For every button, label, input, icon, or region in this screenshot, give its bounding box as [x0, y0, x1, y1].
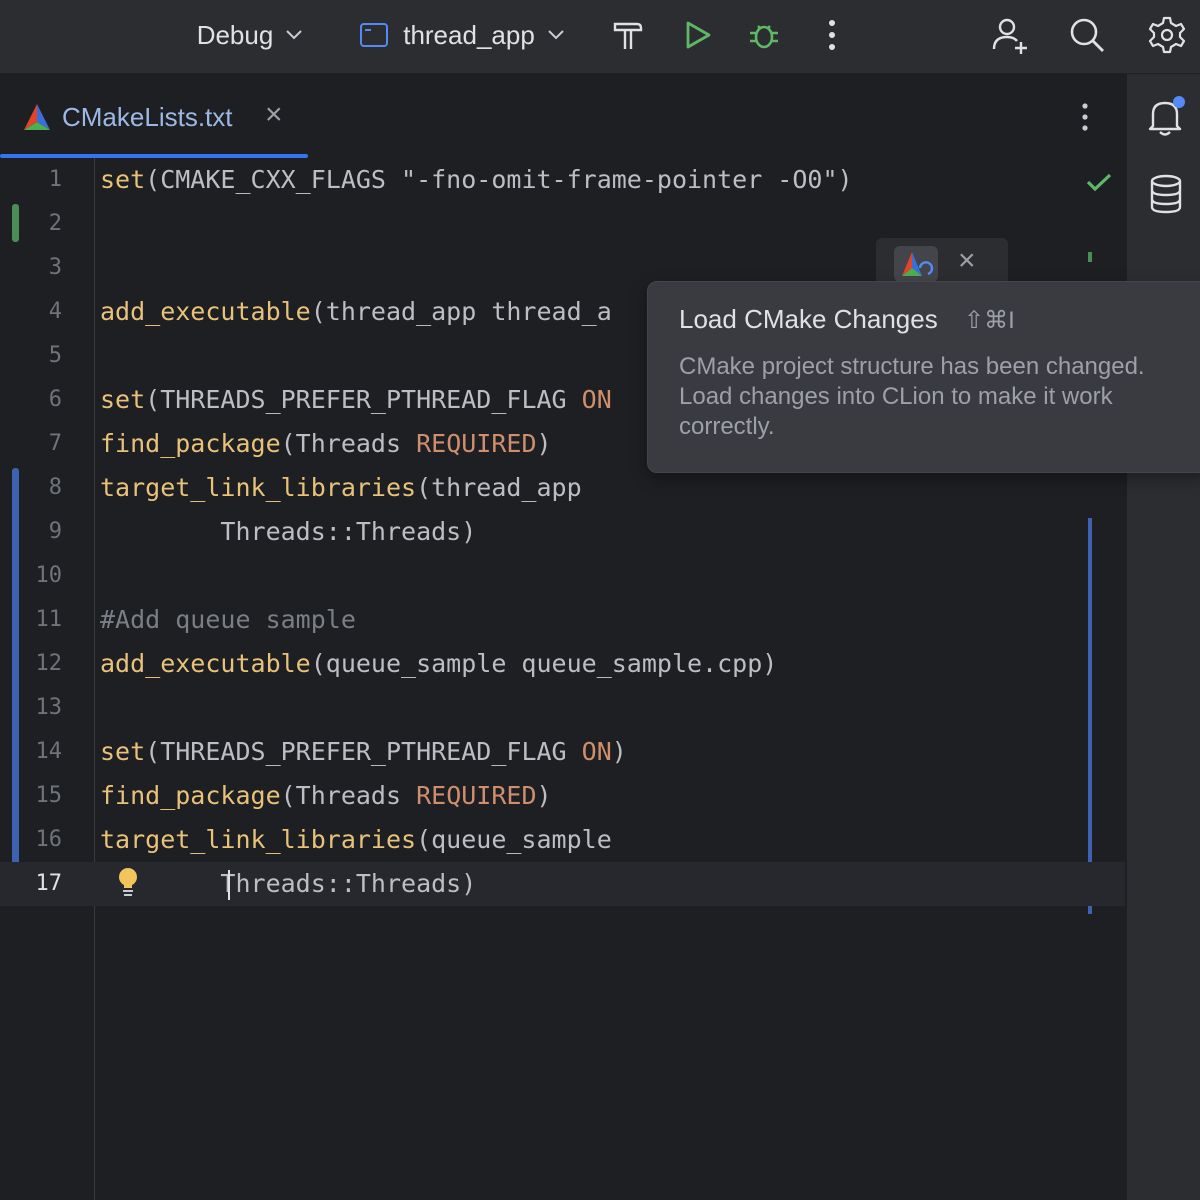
run-config-label: Debug [196, 19, 274, 50]
notifications-button[interactable] [1145, 94, 1185, 140]
code-line-current: 17 Threads::Threads) [0, 862, 1125, 906]
line-number: 15 [35, 783, 63, 808]
code-text: add_executable(queue_sample queue_sample… [100, 649, 778, 678]
more-vertical-icon [827, 19, 837, 51]
code-text: set(THREADS_PREFER_PTHREAD_FLAG ON [100, 385, 612, 414]
popup-title: Load CMake Changes [679, 304, 938, 334]
code-line: 10 [0, 554, 1125, 598]
chevron-down-icon [547, 29, 565, 41]
code-line: 1 set(CMAKE_CXX_FLAGS "-fno-omit-frame-p… [0, 158, 1125, 202]
code-text: target_link_libraries(queue_sample [100, 825, 612, 854]
code-text: target_link_libraries(thread_app [100, 473, 582, 502]
line-number: 16 [35, 827, 63, 852]
line-number: 10 [35, 563, 63, 588]
line-number: 7 [48, 431, 62, 456]
code-text: Threads::Threads) [100, 517, 477, 546]
database-button[interactable] [1149, 174, 1183, 216]
window-icon [359, 22, 389, 48]
project-label: thread_app [403, 19, 535, 50]
run-button[interactable] [676, 0, 720, 70]
code-line: 15 find_package(Threads REQUIRED) [0, 774, 1125, 818]
widget-close-icon[interactable]: × [958, 244, 976, 278]
tab-label: CMakeLists.txt [62, 102, 233, 132]
project-selector[interactable]: thread_app [352, 0, 572, 70]
settings-button[interactable] [1142, 0, 1192, 70]
line-number: 3 [48, 255, 62, 280]
line-number: 5 [48, 343, 62, 368]
code-line: 13 [0, 686, 1125, 730]
line-number: 4 [48, 299, 62, 324]
debug-button[interactable] [742, 0, 786, 70]
search-icon [1068, 16, 1106, 54]
search-button[interactable] [1062, 0, 1112, 70]
popup-description: CMake project structure has been changed… [679, 353, 1145, 440]
line-number: 17 [35, 871, 63, 896]
code-line: 12 add_executable(queue_sample queue_sam… [0, 642, 1125, 686]
run-icon [683, 19, 713, 51]
line-number: 1 [48, 167, 62, 192]
run-config-selector[interactable]: Debug [190, 0, 310, 70]
code-text: set(CMAKE_CXX_FLAGS "-fno-omit-frame-poi… [100, 165, 853, 194]
add-user-icon [990, 15, 1030, 55]
line-number: 11 [35, 607, 63, 632]
text-caret [228, 870, 230, 900]
bell-icon [1145, 96, 1185, 142]
more-actions-button[interactable] [812, 0, 852, 70]
hammer-icon [611, 18, 645, 52]
line-number: 13 [35, 695, 63, 720]
code-line: 14 set(THREADS_PREFER_PTHREAD_FLAG ON) [0, 730, 1125, 774]
cmake-logo-icon [22, 102, 52, 137]
right-tool-strip [1126, 74, 1200, 1200]
code-line: 11 #Add queue sample [0, 598, 1125, 642]
line-number: 2 [48, 211, 62, 236]
cmake-reload-widget: × [876, 238, 1008, 284]
code-text: Threads::Threads) [100, 869, 477, 898]
editor-tabs: CMakeLists.txt × [0, 74, 1125, 159]
build-button[interactable] [606, 0, 650, 70]
code-line: 16 target_link_libraries(queue_sample [0, 818, 1125, 862]
gear-icon [1147, 15, 1187, 55]
debug-icon [747, 18, 781, 52]
line-number: 14 [35, 739, 63, 764]
load-cmake-changes-popup: Load CMake Changes ⇧⌘I CMake project str… [647, 281, 1200, 473]
cmake-reload-icon[interactable] [894, 246, 938, 282]
line-number: 12 [35, 651, 63, 676]
tab-cmakelists[interactable]: CMakeLists.txt × [0, 74, 308, 158]
popup-shortcut: ⇧⌘I [964, 307, 1015, 334]
line-number: 8 [48, 475, 62, 500]
code-line: 9 Threads::Threads) [0, 510, 1125, 554]
tab-more-icon[interactable] [1080, 102, 1090, 137]
lightbulb-icon[interactable] [116, 866, 140, 903]
code-text: set(THREADS_PREFER_PTHREAD_FLAG ON) [100, 737, 627, 766]
database-icon [1149, 174, 1183, 218]
code-text: add_executable(thread_app thread_a [100, 297, 612, 326]
chevron-down-icon [285, 29, 303, 41]
code-text: find_package(Threads REQUIRED) [100, 781, 552, 810]
main-toolbar: Debug thread_app [0, 0, 1200, 74]
line-number: 9 [48, 519, 62, 544]
tab-close-icon[interactable]: × [265, 98, 283, 132]
code-with-me-button[interactable] [985, 0, 1035, 70]
code-comment: #Add queue sample [100, 605, 356, 634]
line-number: 6 [48, 387, 62, 412]
code-text: find_package(Threads REQUIRED) [100, 429, 552, 458]
